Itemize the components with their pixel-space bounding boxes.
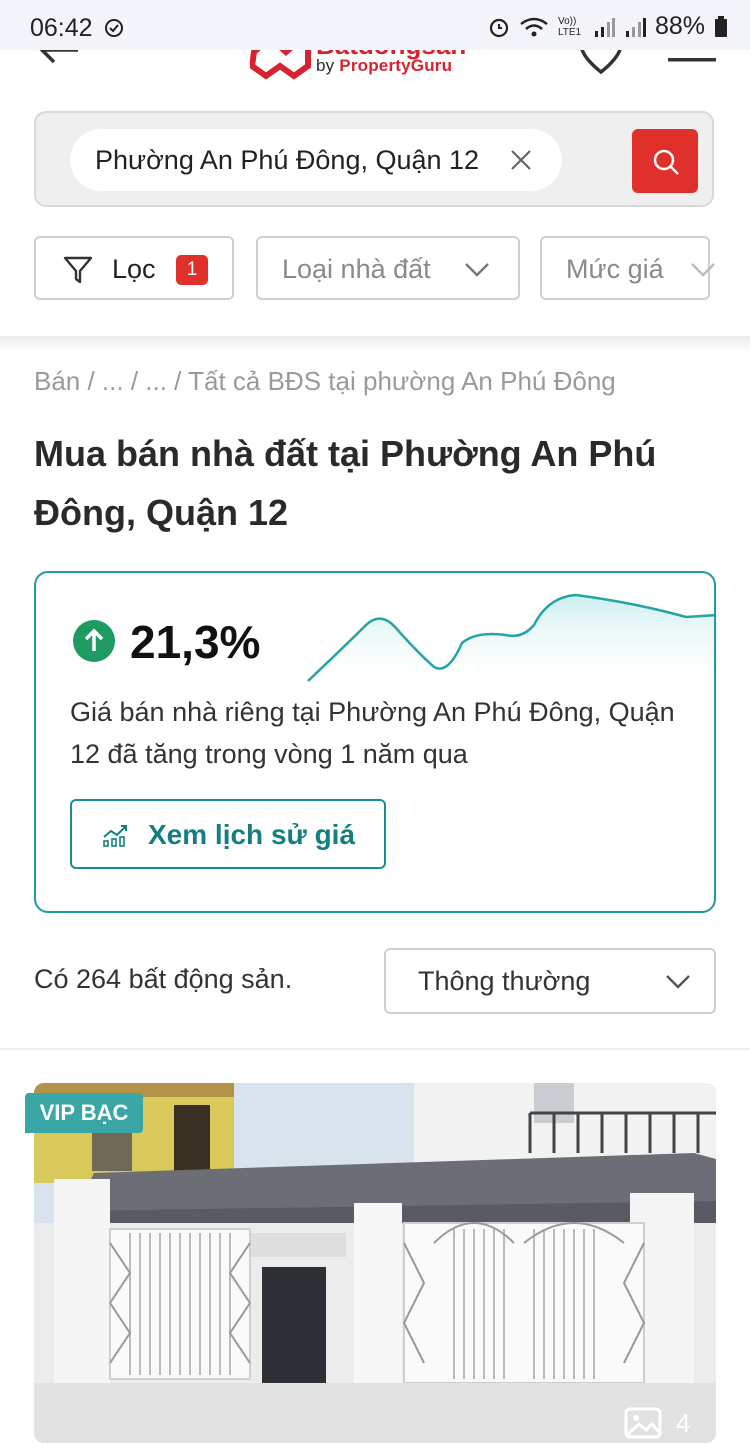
wifi-icon bbox=[520, 17, 548, 36]
status-time: 06:42 bbox=[30, 14, 93, 42]
header-shadow bbox=[0, 336, 750, 352]
listing-card[interactable] bbox=[34, 1083, 716, 1443]
chevron-down-icon bbox=[691, 263, 715, 277]
app-header: Batdongsan by PropertyGuru bbox=[0, 50, 750, 80]
property-type-label: Loại nhà đất bbox=[282, 254, 431, 284]
page-title: Mua bán nhà đất tại Phường An Phú Đông, … bbox=[34, 433, 657, 533]
price-range-dropdown[interactable]: Mức giá bbox=[540, 236, 715, 300]
battery-icon bbox=[715, 15, 727, 37]
saved-heart-icon[interactable] bbox=[578, 50, 624, 74]
signal-icon bbox=[594, 17, 615, 37]
photo-count-value: 4 bbox=[676, 1407, 691, 1438]
photo-count: 4 bbox=[624, 1407, 690, 1439]
filter-row: Lọc 1 Loại nhà đất Mức giá bbox=[34, 236, 750, 302]
listing-photo[interactable] bbox=[34, 1083, 716, 1443]
search-icon bbox=[653, 149, 679, 175]
chevron-down-icon bbox=[666, 975, 690, 989]
vip-badge: VIP BẠC bbox=[25, 1093, 143, 1133]
price-change-description: Giá bán nhà riêng tại Phường An Phú Đông… bbox=[70, 697, 675, 769]
filter-count-badge: 1 bbox=[176, 255, 208, 285]
filter-icon bbox=[63, 256, 93, 284]
price-history-label: Xem lịch sử giá bbox=[148, 819, 356, 850]
search-button[interactable] bbox=[632, 129, 698, 193]
sort-dropdown[interactable]: Thông thường bbox=[384, 948, 716, 1014]
search-location-chip[interactable]: Phường An Phú Đông, Quận 12 bbox=[70, 129, 562, 191]
search-bar: Phường An Phú Đông, Quận 12 bbox=[34, 111, 714, 207]
arrow-up-icon bbox=[73, 620, 115, 662]
check-circle-icon bbox=[105, 19, 123, 37]
logo-subtitle: by PropertyGuru bbox=[316, 56, 453, 75]
chart-icon bbox=[103, 825, 127, 847]
breadcrumb[interactable]: Bán / ... / ... / Tất cả BĐS tại phường … bbox=[34, 366, 616, 397]
battery-level: 88% bbox=[654, 12, 705, 40]
price-range-label: Mức giá bbox=[566, 254, 664, 284]
sort-selected-label: Thông thường bbox=[418, 966, 591, 996]
menu-icon[interactable] bbox=[668, 50, 716, 68]
property-type-dropdown[interactable]: Loại nhà đất bbox=[256, 236, 520, 300]
price-change-percent: 21,3% bbox=[130, 616, 261, 668]
network-type-label: Vo)) LTE1 bbox=[557, 15, 582, 38]
status-icons: Vo)) LTE1 88% bbox=[488, 12, 728, 41]
filter-label: Lọc bbox=[112, 254, 156, 284]
chevron-down-icon bbox=[465, 263, 489, 277]
image-icon bbox=[624, 1407, 662, 1439]
signal-2-icon bbox=[625, 17, 646, 37]
filter-button[interactable]: Lọc 1 bbox=[34, 236, 234, 300]
back-arrow-icon[interactable] bbox=[38, 50, 80, 66]
alarm-icon bbox=[489, 18, 509, 37]
clear-icon[interactable] bbox=[510, 149, 532, 171]
search-query: Phường An Phú Đông, Quận 12 bbox=[95, 145, 480, 175]
price-history-button[interactable]: Xem lịch sử giá bbox=[70, 799, 386, 869]
price-trend-card: 21,3% Giá bán nhà riêng tại Phường An Ph… bbox=[34, 571, 716, 913]
status-bar: 06:42 Vo)) LTE1 88% bbox=[0, 0, 750, 50]
result-count: Có 264 bất động sản. bbox=[34, 964, 293, 994]
divider bbox=[0, 1048, 750, 1050]
